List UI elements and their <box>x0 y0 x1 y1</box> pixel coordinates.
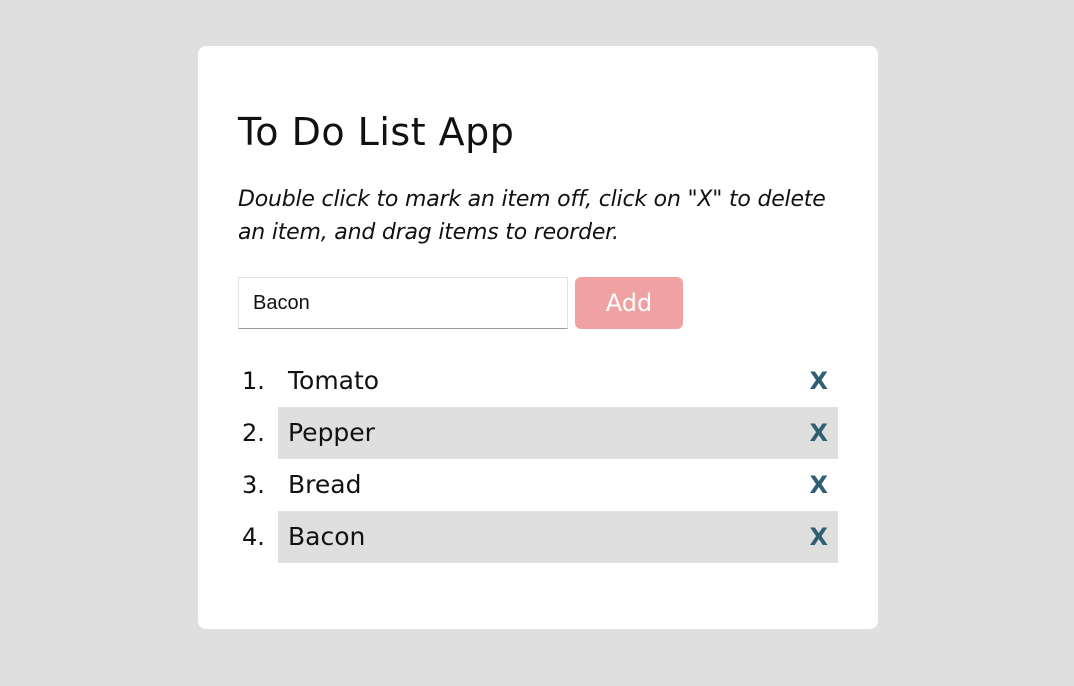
todo-row: 1. Tomato X <box>238 355 838 407</box>
item-text: Tomato <box>288 366 380 395</box>
todo-input[interactable] <box>238 277 568 329</box>
item-number: 2. <box>242 419 265 447</box>
delete-icon[interactable]: X <box>809 355 828 407</box>
delete-icon[interactable]: X <box>809 511 828 563</box>
page-title: To Do List App <box>238 110 515 154</box>
todo-list: 1. Tomato X 2. Pepper X 3. Bread X 4. Ba… <box>238 355 838 563</box>
item-number: 1. <box>242 367 265 395</box>
item-text: Bacon <box>288 522 366 551</box>
list-item[interactable]: Bread X <box>278 459 838 511</box>
todo-card: To Do List App Double click to mark an i… <box>198 46 878 629</box>
list-item[interactable]: Pepper X <box>278 407 838 459</box>
item-text: Bread <box>288 470 362 499</box>
delete-icon[interactable]: X <box>809 407 828 459</box>
delete-icon[interactable]: X <box>809 459 828 511</box>
add-button[interactable]: Add <box>575 277 683 329</box>
list-item[interactable]: Tomato X <box>278 355 838 407</box>
todo-row: 2. Pepper X <box>238 407 838 459</box>
todo-row: 4. Bacon X <box>238 511 838 563</box>
item-text: Pepper <box>288 418 375 447</box>
item-number: 3. <box>242 471 265 499</box>
item-number: 4. <box>242 523 265 551</box>
todo-row: 3. Bread X <box>238 459 838 511</box>
instructions-text: Double click to mark an item off, click … <box>238 187 826 245</box>
list-item[interactable]: Bacon X <box>278 511 838 563</box>
